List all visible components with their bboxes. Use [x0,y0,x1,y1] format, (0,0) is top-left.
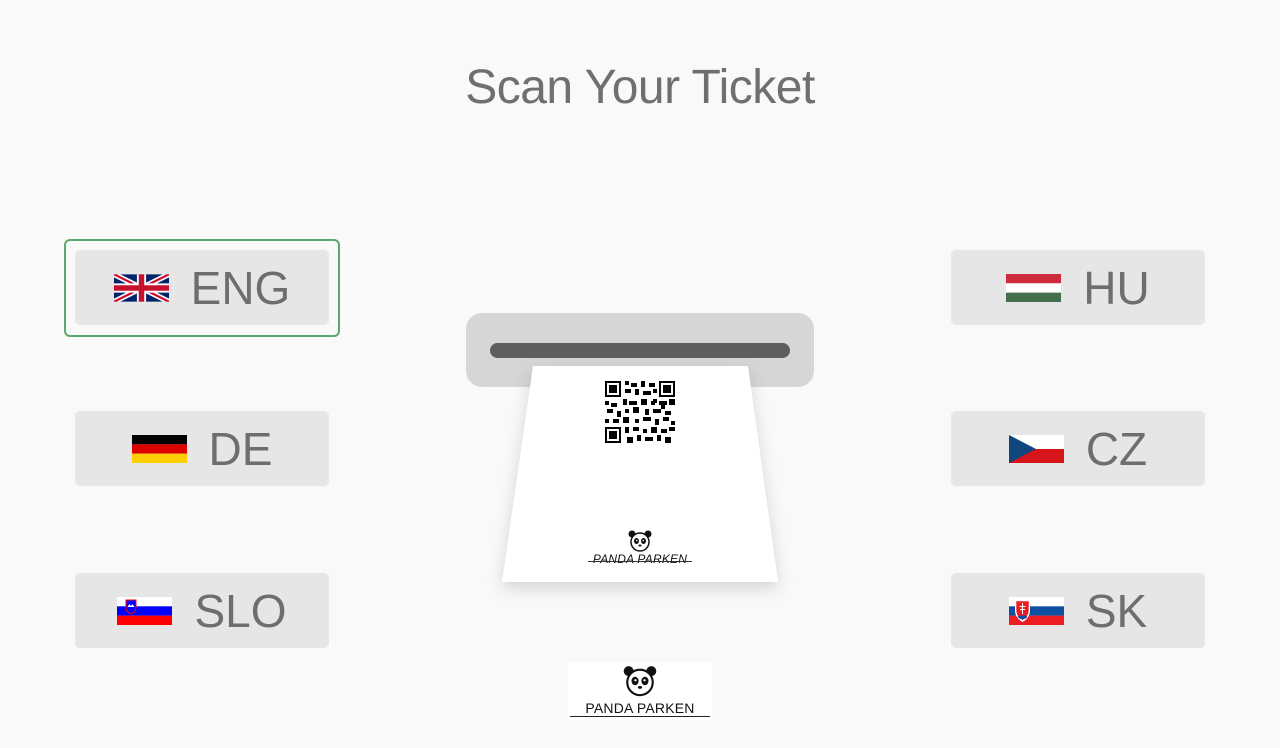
scanner-slot-opening [490,343,790,358]
footer-brand-underline [570,716,710,717]
page-title: Scan Your Ticket [465,61,815,114]
language-code: CZ [1085,422,1148,475]
ticket-brand-logo: PANDA PARKEN [586,530,694,572]
language-button-slo[interactable]: SLO [75,573,329,648]
ticket-brand-underline [588,561,692,562]
footer-brand-logo: PANDA PARKEN [568,662,712,720]
germany-flag-icon [131,434,187,463]
hungary-flag-icon [1006,273,1062,302]
language-button-de[interactable]: DE [75,411,329,486]
language-button-eng[interactable]: ENG [75,250,329,325]
language-code: HU [1083,261,1150,314]
slovenia-flag-icon [117,596,173,625]
panda-icon [623,666,657,697]
language-code: DE [208,422,273,475]
language-code: SLO [194,584,287,637]
language-button-hu[interactable]: HU [951,250,1205,325]
language-button-cz[interactable]: CZ [951,411,1205,486]
uk-flag-icon [113,273,169,302]
ticket-brand-name: PANDA PARKEN [592,552,688,566]
language-button-sk[interactable]: SK [951,573,1205,648]
panda-icon [628,530,652,552]
language-code: ENG [190,261,291,314]
footer-brand-name: PANDA PARKEN [585,700,695,716]
czech-flag-icon [1008,434,1064,463]
qr-code-icon [605,381,675,443]
slovakia-flag-icon [1008,596,1064,625]
language-code: SK [1085,584,1148,637]
ticket-illustration: PANDA PARKEN [502,366,778,586]
